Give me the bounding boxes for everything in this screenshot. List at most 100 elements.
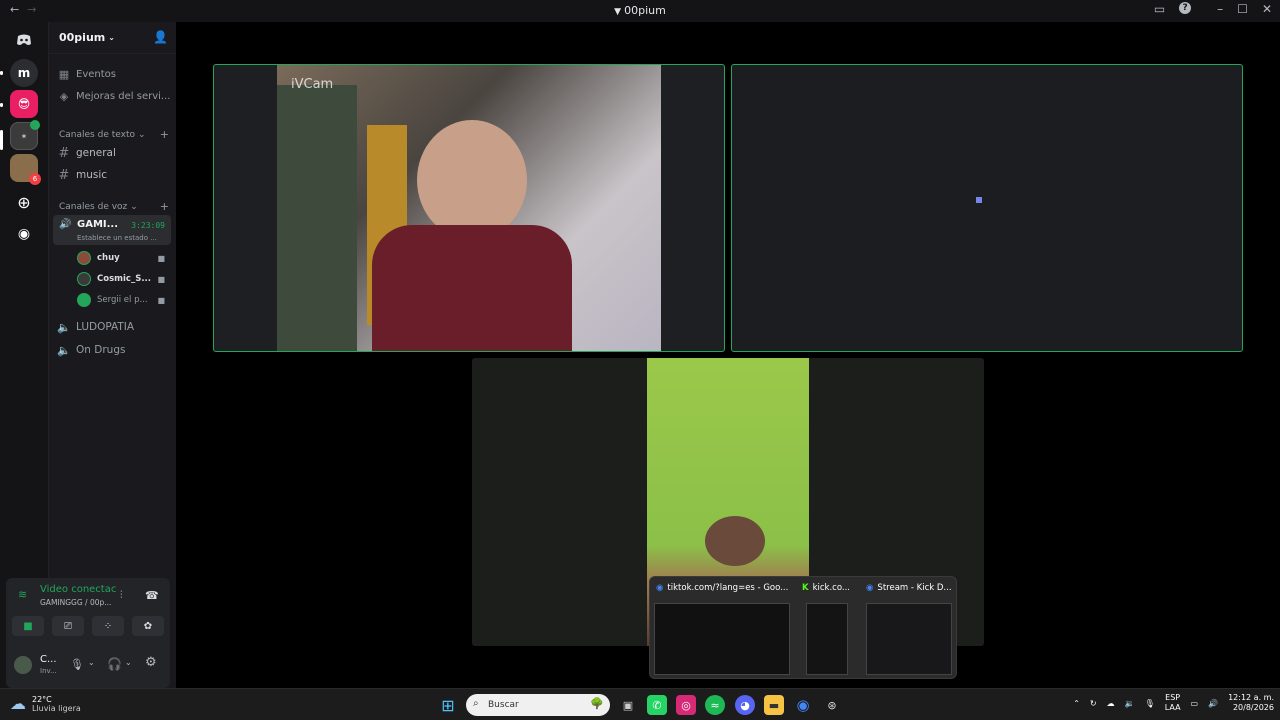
- inbox-icon[interactable]: ▭: [1154, 2, 1165, 16]
- chevron-down-icon[interactable]: ⌄: [125, 658, 132, 667]
- speaker-icon: 🔈: [57, 343, 71, 357]
- voice-member[interactable]: chuy ■: [77, 249, 167, 267]
- taskbar-search-input[interactable]: ⌕ Buscar 🌳: [466, 694, 610, 716]
- chevron-down-icon: ⌄: [130, 201, 138, 212]
- video-tile-chuy[interactable]: iVCam: [213, 64, 725, 352]
- screen-share-button[interactable]: ⎚: [52, 616, 84, 636]
- calendar-icon: ▦: [58, 67, 70, 81]
- headphones-icon[interactable]: 🎧: [107, 657, 122, 671]
- server-header[interactable]: 00pium ⌄ 👤: [49, 22, 176, 54]
- voice-member[interactable]: Sergii el p... ■: [77, 291, 167, 309]
- chevron-up-icon[interactable]: ⌃: [1073, 699, 1080, 708]
- microphone-icon[interactable]: 🎙: [70, 658, 84, 671]
- voice-status-label: Video conectac: [40, 584, 117, 595]
- voice-member[interactable]: Cosmic_S... ■: [77, 270, 167, 288]
- clock[interactable]: 12:12 a. m. 20/8/2026: [1228, 693, 1274, 713]
- avatar: [77, 293, 91, 307]
- preview-stream[interactable]: ◉ Stream - Kick D...: [860, 577, 958, 680]
- add-channel-icon[interactable]: +: [160, 128, 169, 141]
- channel-general[interactable]: # general: [57, 143, 173, 163]
- explore-icon[interactable]: ◉: [10, 220, 38, 248]
- system-tray: ⌃ ↻ ☁ 🔉 🎙 ESP LAA ▭ 🔊 12:12 a. m. 20/8/202…: [1073, 693, 1274, 713]
- cloud-icon[interactable]: ☁: [1107, 699, 1115, 708]
- window-title: ▼ 00pium: [614, 4, 666, 17]
- search-icon: ⌕: [473, 698, 479, 709]
- speaker-icon: 🔊: [59, 219, 72, 230]
- voice-channel-path[interactable]: GAMINGGG / 00p...: [40, 598, 111, 607]
- gear-icon[interactable]: ⚙: [145, 655, 157, 670]
- server-name: 00pium: [59, 31, 106, 44]
- active-voice-channel[interactable]: 🔊 GAMI... 3:23:09 Establece un estado ..…: [53, 215, 171, 245]
- disconnect-icon[interactable]: ☎: [145, 589, 159, 602]
- sidebar-item-boost[interactable]: ◈ Mejoras del servi...: [57, 86, 173, 106]
- discord-icon[interactable]: ◕: [735, 695, 755, 715]
- chrome-icon: ◉: [866, 583, 874, 593]
- voice-channel-ondrugs[interactable]: 🔈 On Drugs: [57, 340, 173, 360]
- microphone-icon[interactable]: 🎙: [1145, 699, 1155, 708]
- soundboard-icon: ✿: [143, 620, 153, 632]
- selected-pill: [0, 130, 3, 150]
- add-channel-icon[interactable]: +: [160, 200, 169, 213]
- network-icon[interactable]: ▭: [1191, 699, 1199, 708]
- voice-status[interactable]: Establece un estado ...: [77, 234, 157, 242]
- instagram-icon[interactable]: ◎: [676, 695, 696, 715]
- activities-icon: ⁘: [103, 620, 113, 632]
- minimize-icon[interactable]: –: [1217, 2, 1223, 16]
- spotify-icon[interactable]: ≈: [705, 695, 725, 715]
- discord-home-icon[interactable]: [10, 26, 38, 54]
- user-panel: C... Inv... 🎙 ⌄ 🎧 ⌄ ⚙: [6, 648, 170, 684]
- voice-channel-ludopatia[interactable]: 🔈 LUDOPATIA: [57, 317, 173, 337]
- hash-icon: #: [58, 167, 70, 183]
- add-server-icon[interactable]: ⊕: [10, 188, 38, 216]
- activities-button[interactable]: ⁘: [92, 616, 124, 636]
- avatar[interactable]: [12, 654, 34, 676]
- arrow-right-icon[interactable]: →: [27, 3, 36, 16]
- volume-icon[interactable]: 🔉: [1125, 699, 1135, 708]
- loading-indicator: [976, 197, 982, 203]
- preview-kick[interactable]: Kkick.co...: [796, 577, 858, 680]
- server-m-icon[interactable]: m: [10, 59, 38, 87]
- whatsapp-icon[interactable]: ✆: [647, 695, 667, 715]
- soundboard-button[interactable]: ✿: [132, 616, 164, 636]
- window-controls: ▭ ? – ☐ ✕: [1154, 2, 1272, 16]
- sidebar-item-eventos[interactable]: ▦ Eventos: [57, 64, 173, 84]
- arrow-left-icon[interactable]: ←: [10, 3, 19, 16]
- category-text[interactable]: Canales de texto ⌄ +: [59, 128, 169, 141]
- weather-temp: 22°C: [32, 694, 52, 704]
- category-voice[interactable]: Canales de voz ⌄ +: [59, 200, 169, 213]
- help-icon[interactable]: ?: [1179, 2, 1192, 14]
- chevron-down-icon: ⌄: [138, 129, 146, 140]
- language-indicator[interactable]: ESP LAA: [1165, 693, 1181, 713]
- chrome-icon[interactable]: ◉: [793, 695, 813, 715]
- video-tile-empty[interactable]: [731, 64, 1243, 352]
- avatar: [77, 272, 91, 286]
- chevron-down-icon: ⌄: [108, 33, 115, 42]
- unread-pill: [0, 103, 3, 107]
- close-icon[interactable]: ✕: [1262, 2, 1272, 16]
- server-2-icon[interactable]: ✶: [10, 120, 40, 150]
- search-highlight-icon: 🌳: [590, 697, 604, 710]
- app-icon[interactable]: ⊛: [822, 695, 842, 715]
- camera-button[interactable]: ■: [12, 616, 44, 636]
- camera-icon: ■: [157, 295, 165, 305]
- file-explorer-icon[interactable]: ▬: [764, 695, 784, 715]
- server-emoji-icon[interactable]: 😎: [10, 90, 38, 118]
- weather-widget[interactable]: ☁ 22°C Lluvia ligera: [10, 694, 81, 713]
- signal-icon: ≋: [18, 588, 28, 601]
- channel-music[interactable]: # music: [57, 165, 173, 185]
- speaker-icon[interactable]: 🔊: [1208, 699, 1218, 708]
- task-view-icon[interactable]: ▣: [618, 695, 638, 715]
- server-3-icon[interactable]: 6: [10, 154, 41, 185]
- chevron-down-icon[interactable]: ⌄: [88, 658, 95, 667]
- video-feed: iVCam: [277, 65, 661, 351]
- user-status: Inv...: [40, 667, 57, 675]
- nav-buttons: ← →: [10, 3, 36, 16]
- maximize-icon[interactable]: ☐: [1237, 2, 1248, 16]
- sync-icon[interactable]: ↻: [1090, 699, 1097, 708]
- invite-icon[interactable]: 👤: [153, 30, 168, 44]
- preview-tiktok[interactable]: ◉ tiktok.com/?lang=es - Goo...: [650, 577, 794, 680]
- windows-start-icon[interactable]: ⊞: [438, 695, 458, 715]
- cloud-rain-icon: ☁: [10, 694, 26, 713]
- camera-icon: ■: [157, 274, 165, 284]
- noise-icon[interactable]: ⫶: [120, 590, 123, 601]
